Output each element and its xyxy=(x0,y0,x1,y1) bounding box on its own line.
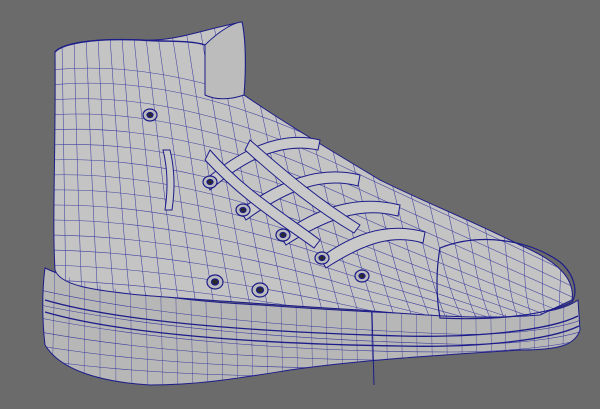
upper-surface xyxy=(53,21,573,318)
3d-viewport[interactable] xyxy=(0,0,600,409)
sneaker-wireframe-model[interactable] xyxy=(0,0,600,409)
